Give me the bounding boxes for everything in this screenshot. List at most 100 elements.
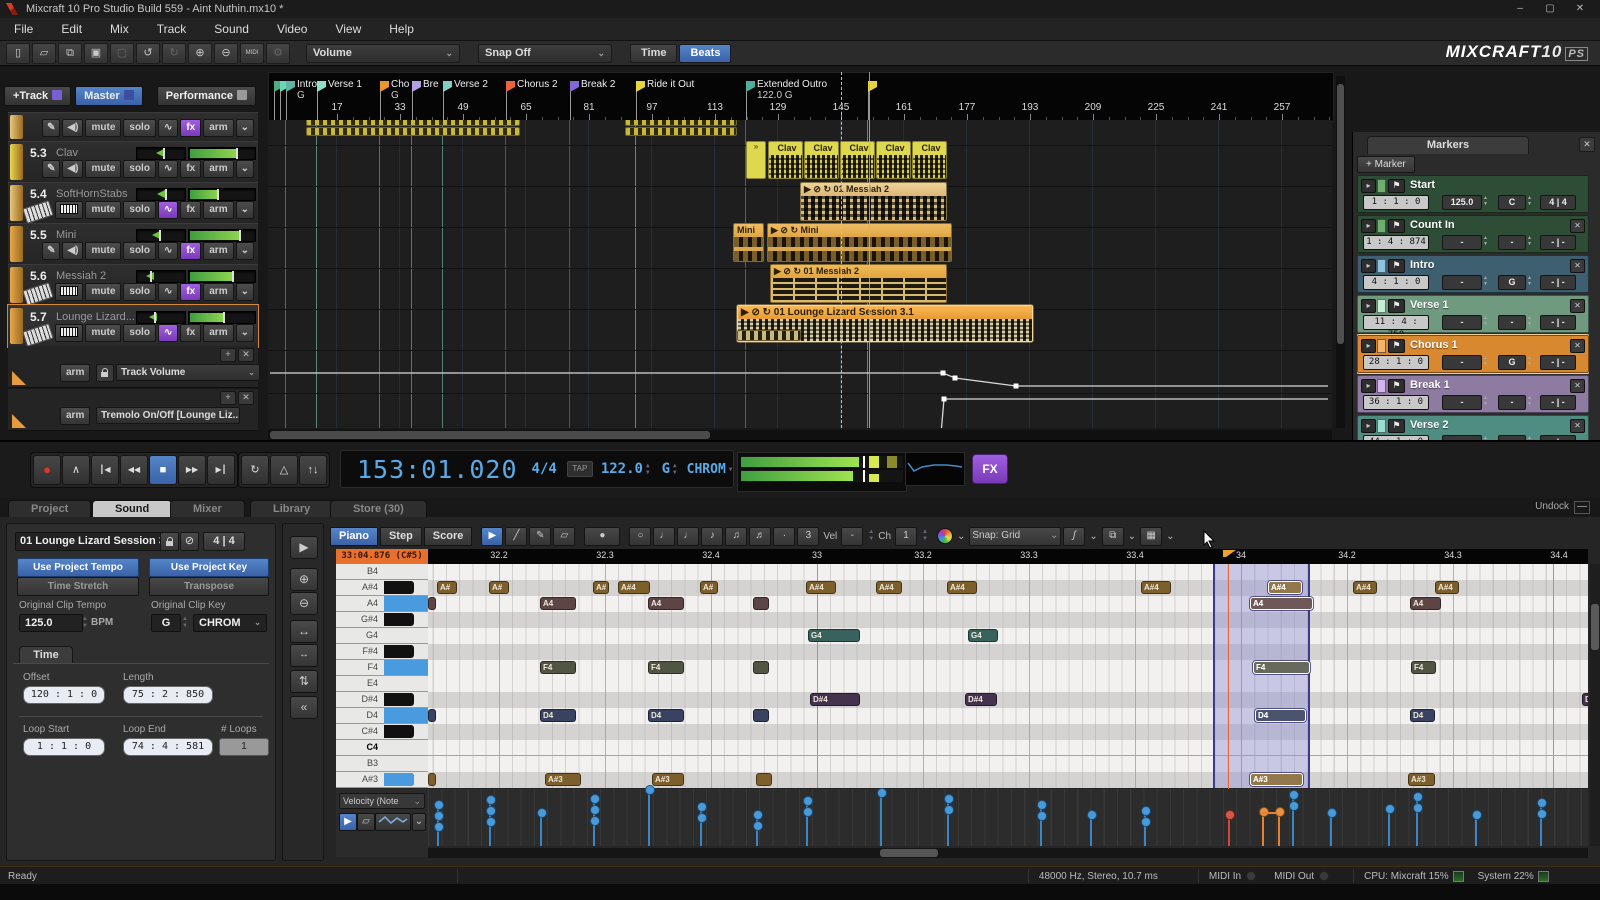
midi-note-as4[interactable]: A# — [489, 581, 509, 594]
track-row-5.7[interactable]: 5.7Lounge Lizard...mutesolo∿fxarm⌄ — [8, 305, 258, 347]
markers-tab[interactable]: Markers — [1367, 136, 1529, 154]
velocity-handle[interactable] — [1141, 817, 1151, 827]
velocity-handle[interactable] — [486, 795, 496, 805]
marker-key-field[interactable]: G — [1498, 355, 1526, 370]
draw-tool[interactable]: ✎ — [529, 527, 551, 546]
velocity-stem[interactable] — [540, 814, 542, 846]
metronome-button[interactable]: △ — [270, 455, 298, 485]
expand-icon[interactable]: ▸ — [1361, 179, 1376, 193]
pan-slider[interactable] — [188, 311, 256, 324]
automation-button[interactable]: ∿ — [158, 283, 178, 301]
velocity-handle[interactable] — [1289, 790, 1299, 800]
stepper-icon[interactable]: ▲▼ — [922, 529, 928, 543]
erase-tool[interactable]: ▱ — [553, 527, 575, 546]
dotted-note-button[interactable]: · — [773, 527, 795, 546]
velocity-handle[interactable] — [645, 785, 655, 795]
close-icon[interactable]: ✕ — [1570, 419, 1585, 433]
marker-row-count-in[interactable]: ▸⚑Count In✕1 : 4 : 874-▲▼-▲▼- | - — [1357, 215, 1589, 253]
master-track-button[interactable]: Master — [75, 86, 142, 106]
time-mode-button[interactable]: Time — [630, 44, 677, 63]
velocity-stem[interactable] — [1475, 816, 1477, 846]
length-field[interactable]: 75 : 2 : 850 — [123, 686, 213, 704]
marker-row-start[interactable]: ▸⚑Start1 : 1 : 0125.0▲▼C▲▼4 | 4 — [1357, 175, 1589, 213]
zoom-out-button[interactable]: ⊖ — [290, 592, 318, 615]
solo-button[interactable]: solo — [123, 119, 156, 137]
track-name[interactable]: SoftHornStabs — [56, 188, 141, 200]
minimize-button[interactable]: – — [1506, 2, 1534, 16]
mute-button[interactable]: mute — [85, 324, 121, 342]
midi-note-as3[interactable]: A#3 — [652, 773, 684, 786]
maximize-button[interactable]: ▢ — [1536, 2, 1564, 16]
chevron-down-icon[interactable]: ▼ — [729, 466, 733, 473]
velocity-handle[interactable] — [1037, 800, 1047, 810]
piano-key-gs4[interactable]: G#4 — [336, 612, 428, 628]
volume-dropdown[interactable]: Volume⌄ — [306, 44, 460, 63]
midi-note-d4[interactable]: D4 — [540, 709, 576, 722]
piano-key-c4[interactable]: C4 — [336, 740, 428, 756]
stepper-icon[interactable]: ▲▼ — [1482, 275, 1489, 288]
stepper-icon[interactable]: ▲▼ — [1482, 195, 1489, 208]
velocity-handle[interactable] — [590, 794, 600, 804]
zoom-out-button[interactable]: ⊖ — [214, 43, 238, 64]
stop-button[interactable]: ■ — [149, 455, 177, 485]
marker-position-field[interactable]: 28 : 1 : 0 — [1363, 355, 1429, 370]
midi-note-f4[interactable]: F4 — [540, 661, 576, 674]
rewind-button[interactable]: ◀◀ — [120, 455, 148, 485]
stepper-icon[interactable]: ▲▼ — [1482, 315, 1489, 328]
automation-button[interactable]: ∿ — [158, 242, 178, 260]
track-name[interactable]: Clav — [56, 147, 141, 159]
note-color-picker[interactable] — [937, 528, 953, 544]
menu-track[interactable]: Track — [143, 19, 201, 39]
note-grid-toggle[interactable]: ● — [584, 527, 620, 546]
volume-slider[interactable] — [136, 311, 186, 324]
track-row-partial[interactable]: ✎◀)mutesolo∿fxarm⌄ — [8, 112, 258, 142]
arm-button[interactable]: arm — [203, 201, 233, 219]
zoom-in-button[interactable]: ⊕ — [188, 43, 212, 64]
play-clip-button[interactable]: ▶ — [290, 536, 318, 559]
marker-color-swatch[interactable] — [1377, 259, 1386, 273]
note-duration-1-button[interactable]: ♩ — [653, 527, 675, 546]
midi-note-f4[interactable] — [753, 661, 769, 674]
time-tab[interactable]: Time — [19, 646, 73, 664]
midi-note-as3[interactable] — [428, 773, 436, 786]
volume-slider[interactable] — [136, 229, 186, 242]
chevron-down-icon[interactable]: ⌄ — [412, 813, 426, 831]
mute-clip-icon[interactable]: ⊘ — [180, 532, 199, 551]
piano-key-e4[interactable]: E4 — [336, 676, 428, 692]
marker-key-field[interactable]: - — [1498, 315, 1526, 330]
expand-icon[interactable]: ▸ — [1361, 299, 1376, 313]
clip-area[interactable]: »ClavClavClavClavClav▶ ⊘ ↻ 01 Messiah 2M… — [268, 120, 1332, 428]
stepper-icon[interactable]: ▲▼ — [868, 529, 874, 543]
marker-signature-field[interactable]: - | - — [1540, 315, 1576, 330]
tab-mixer[interactable]: Mixer — [170, 500, 245, 518]
tab-library[interactable]: Library — [250, 500, 333, 518]
midi-note-a4[interactable]: A4 — [648, 597, 684, 610]
piano-key-g4[interactable]: G4 — [336, 628, 428, 644]
black-key[interactable] — [384, 725, 414, 738]
add-lane-icon[interactable]: + — [220, 391, 236, 405]
chevron-down-icon[interactable]: ⌄ — [236, 242, 254, 260]
midi-note-d4[interactable] — [428, 709, 436, 722]
marker-key-field[interactable]: G — [1498, 275, 1526, 290]
scrollbar-handle[interactable] — [1337, 84, 1344, 344]
piano-roll-ruler[interactable]: 32.232.332.43333.233.333.43434.234.334.4 — [428, 549, 1588, 564]
time-signature[interactable]: 4/4 — [532, 461, 557, 477]
marker-signature-field[interactable]: - | - — [1540, 275, 1576, 290]
stepper-icon[interactable]: ▲▼ — [1482, 395, 1489, 408]
marker-row-chorus-1[interactable]: ▸⚑Chorus 1✕28 : 1 : 0-▲▼G▲▼- | - — [1357, 335, 1589, 373]
lock-icon[interactable] — [160, 532, 179, 551]
arm-button[interactable]: arm — [203, 324, 233, 342]
pan-slider[interactable] — [188, 270, 256, 283]
arm-button[interactable]: arm — [60, 364, 90, 382]
velocity-stem[interactable] — [1228, 816, 1230, 846]
midi-note-ds4[interactable]: D#4 — [965, 693, 997, 706]
solo-button[interactable]: solo — [123, 242, 156, 260]
arm-button[interactable]: arm — [60, 407, 90, 425]
menu-video[interactable]: Video — [263, 19, 321, 39]
editor-tab-score[interactable]: Score — [424, 527, 473, 546]
midi-note-ds4[interactable]: D# — [1582, 693, 1588, 706]
midi-note-g4[interactable]: G4 — [968, 629, 998, 642]
tab-project[interactable]: Project — [8, 500, 91, 518]
velocity-handle[interactable] — [1225, 810, 1235, 820]
midi-note-as3[interactable] — [756, 773, 772, 786]
